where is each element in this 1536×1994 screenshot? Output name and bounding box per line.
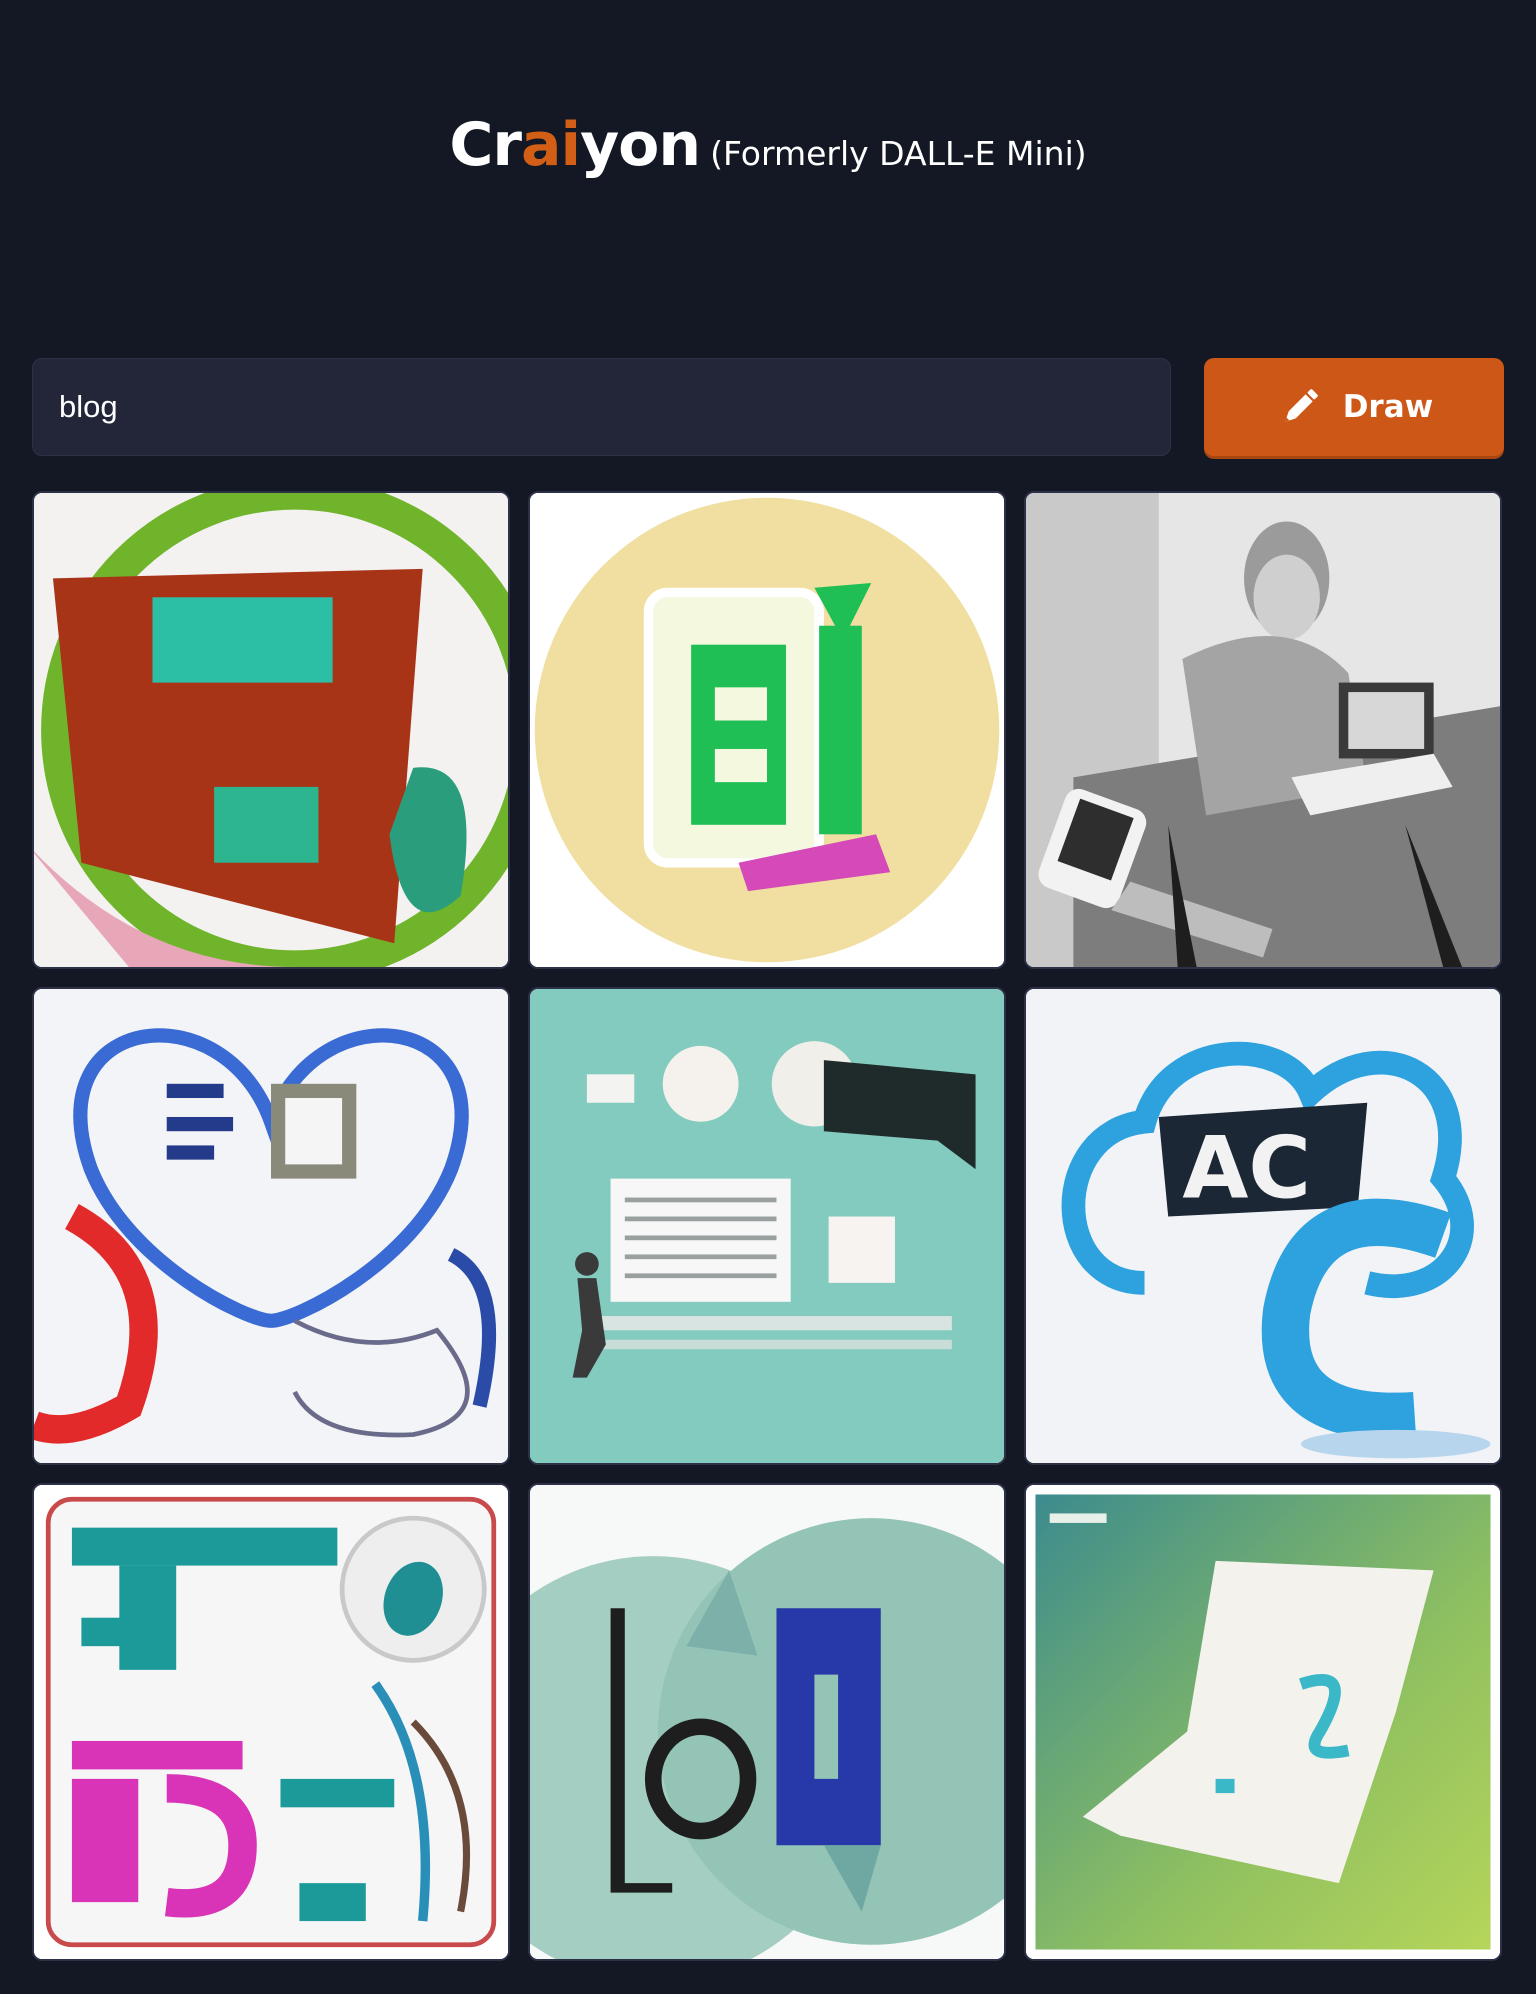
result-image-3[interactable] (1024, 491, 1502, 969)
logo-subtitle: (Formerly DALL-E Mini) (710, 134, 1087, 173)
result-image-6[interactable]: AC (1024, 987, 1502, 1465)
svg-text:AC: AC (1182, 1120, 1311, 1219)
draw-button[interactable]: Draw (1204, 358, 1504, 456)
result-image-1[interactable] (32, 491, 510, 969)
result-image-8[interactable] (528, 1483, 1006, 1961)
pencil-icon (1275, 382, 1325, 432)
draw-button-label: Draw (1342, 389, 1434, 425)
result-image-9[interactable] (1024, 1483, 1502, 1961)
results-grid: AC (32, 491, 1504, 1961)
result-image-2[interactable] (528, 491, 1006, 969)
result-image-7[interactable] (32, 1483, 510, 1961)
logo-text-start: Cr (449, 110, 522, 180)
logo-text-end: yon (580, 110, 701, 180)
prompt-input[interactable] (32, 358, 1171, 456)
logo-text-accent: ai (521, 110, 581, 180)
page-header: Craiyon (Formerly DALL-E Mini) (0, 110, 1536, 180)
result-image-5[interactable] (528, 987, 1006, 1465)
result-image-4[interactable] (32, 987, 510, 1465)
craiyon-logo[interactable]: Craiyon (449, 110, 701, 180)
